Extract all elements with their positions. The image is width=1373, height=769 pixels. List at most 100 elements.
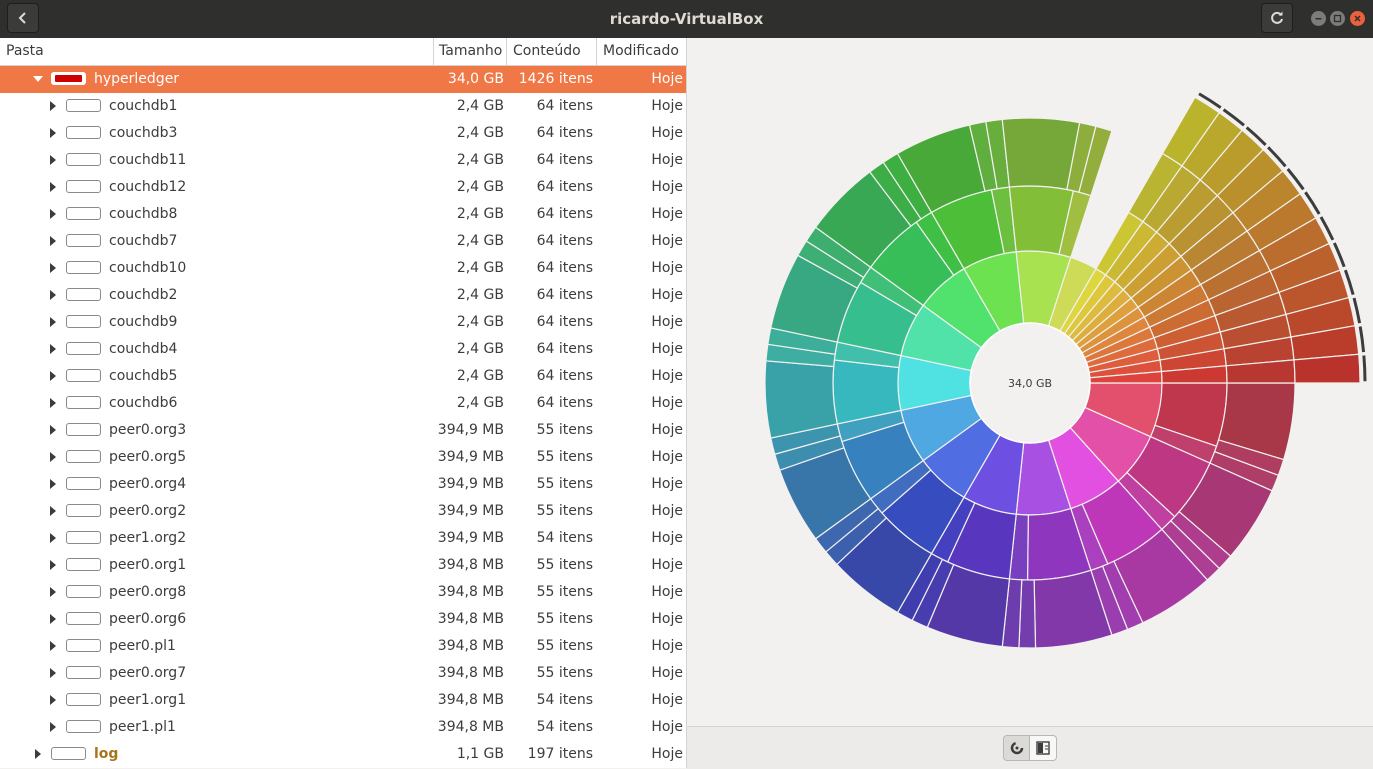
ring-view-button[interactable] — [1003, 735, 1030, 761]
folder-row[interactable]: peer0.org1 394,8 MB 55 itens Hoje — [0, 552, 686, 579]
folder-row[interactable]: peer1.pl1 394,8 MB 54 itens Hoje — [0, 714, 686, 741]
expander-closed-icon[interactable] — [47, 154, 59, 166]
folder-modified: Hoje — [651, 719, 683, 735]
expander-closed-icon[interactable] — [47, 100, 59, 112]
expander-closed-icon[interactable] — [47, 208, 59, 220]
expander-closed-icon[interactable] — [47, 505, 59, 517]
folder-contents: 55 itens — [536, 503, 593, 519]
folder-modified: Hoje — [651, 368, 683, 384]
folder-size: 1,1 GB — [456, 746, 504, 762]
folder-contents: 54 itens — [536, 692, 593, 708]
folder-row[interactable]: couchdb7 2,4 GB 64 itens Hoje — [0, 228, 686, 255]
folder-size: 2,4 GB — [456, 125, 504, 141]
folder-size: 394,8 MB — [437, 638, 504, 654]
folder-row[interactable]: couchdb1 2,4 GB 64 itens Hoje — [0, 93, 686, 120]
folder-color-swatch — [66, 612, 101, 625]
ring-level3-segment[interactable] — [764, 360, 839, 439]
folder-color-swatch — [66, 396, 101, 409]
expander-closed-icon[interactable] — [47, 667, 59, 679]
expander-closed-icon[interactable] — [47, 316, 59, 328]
expander-closed-icon[interactable] — [32, 748, 44, 760]
folder-modified: Hoje — [651, 746, 683, 762]
ring-overflow-marker — [1362, 355, 1367, 382]
folder-size: 2,4 GB — [456, 179, 504, 195]
folder-row[interactable]: peer0.org3 394,9 MB 55 itens Hoje — [0, 417, 686, 444]
folder-row[interactable]: couchdb2 2,4 GB 64 itens Hoje — [0, 282, 686, 309]
folder-size: 2,4 GB — [456, 233, 504, 249]
treemap-view-button[interactable] — [1030, 735, 1057, 761]
minimize-button[interactable] — [1311, 11, 1326, 26]
folder-row[interactable]: peer0.pl1 394,8 MB 55 itens Hoje — [0, 633, 686, 660]
folder-modified: Hoje — [651, 611, 683, 627]
expander-closed-icon[interactable] — [47, 289, 59, 301]
expander-closed-icon[interactable] — [47, 181, 59, 193]
folder-row[interactable]: peer0.org8 394,8 MB 55 itens Hoje — [0, 579, 686, 606]
column-name-header[interactable]: Pasta — [6, 38, 44, 65]
folder-size: 394,8 MB — [437, 692, 504, 708]
expander-closed-icon[interactable] — [47, 586, 59, 598]
folder-color-swatch — [66, 234, 101, 247]
expander-closed-icon[interactable] — [47, 694, 59, 706]
folder-row[interactable]: couchdb5 2,4 GB 64 itens Hoje — [0, 363, 686, 390]
expander-closed-icon[interactable] — [47, 235, 59, 247]
folder-name: peer0.org3 — [109, 422, 187, 438]
expander-closed-icon[interactable] — [47, 397, 59, 409]
expander-closed-icon[interactable] — [47, 343, 59, 355]
expander-closed-icon[interactable] — [47, 424, 59, 436]
chart-panel: 34,0 GB — [687, 38, 1373, 769]
folder-row[interactable]: couchdb6 2,4 GB 64 itens Hoje — [0, 390, 686, 417]
folder-row[interactable]: couchdb8 2,4 GB 64 itens Hoje — [0, 201, 686, 228]
folder-name: peer0.org4 — [109, 476, 187, 492]
folder-name: couchdb12 — [109, 179, 187, 195]
ring-level3-segment[interactable] — [1001, 117, 1081, 191]
folder-row[interactable]: peer1.org1 394,8 MB 54 itens Hoje — [0, 687, 686, 714]
folder-row[interactable]: peer1.org2 394,9 MB 54 itens Hoje — [0, 525, 686, 552]
column-size-header[interactable]: Tamanho — [433, 38, 506, 65]
expander-closed-icon[interactable] — [47, 721, 59, 733]
folder-row[interactable]: peer0.org4 394,9 MB 55 itens Hoje — [0, 471, 686, 498]
expander-closed-icon[interactable] — [47, 532, 59, 544]
refresh-icon — [1271, 11, 1283, 24]
expander-closed-icon[interactable] — [47, 559, 59, 571]
maximize-button[interactable] — [1330, 11, 1345, 26]
folder-row[interactable]: couchdb9 2,4 GB 64 itens Hoje — [0, 309, 686, 336]
folder-row[interactable]: couchdb3 2,4 GB 64 itens Hoje — [0, 120, 686, 147]
expander-closed-icon[interactable] — [47, 127, 59, 139]
folder-row[interactable]: couchdb4 2,4 GB 64 itens Hoje — [0, 336, 686, 363]
folder-row[interactable]: peer0.org2 394,9 MB 55 itens Hoje — [0, 498, 686, 525]
folder-modified: Hoje — [651, 233, 683, 249]
folder-row[interactable]: couchdb10 2,4 GB 64 itens Hoje — [0, 255, 686, 282]
folder-color-swatch — [66, 315, 101, 328]
folder-tree-panel: Pasta Tamanho Conteúdo Modificado hyperl… — [0, 38, 687, 768]
refresh-button[interactable] — [1261, 3, 1293, 33]
folder-row[interactable]: peer0.org6 394,8 MB 55 itens Hoje — [0, 606, 686, 633]
expander-closed-icon[interactable] — [47, 613, 59, 625]
column-contents-header[interactable]: Conteúdo — [506, 38, 596, 65]
folder-row[interactable]: couchdb11 2,4 GB 64 itens Hoje — [0, 147, 686, 174]
folder-row-selected[interactable]: hyperledger 34,0 GB 1426 itens Hoje — [0, 66, 686, 93]
folder-color-swatch — [66, 585, 101, 598]
expander-closed-icon[interactable] — [47, 370, 59, 382]
close-button[interactable] — [1350, 11, 1365, 26]
folder-row[interactable]: peer0.org7 394,8 MB 55 itens Hoje — [0, 660, 686, 687]
maximize-icon — [1333, 14, 1342, 23]
folder-size: 2,4 GB — [456, 98, 504, 114]
folder-row[interactable]: peer0.org5 394,9 MB 55 itens Hoje — [0, 444, 686, 471]
folder-color-swatch — [66, 477, 101, 490]
folder-modified: Hoje — [651, 71, 683, 87]
folder-size: 394,8 MB — [437, 719, 504, 735]
expander-closed-icon[interactable] — [47, 640, 59, 652]
ring-level4-segment[interactable] — [1293, 353, 1361, 384]
folder-size: 2,4 GB — [456, 314, 504, 330]
ring-chart[interactable]: 34,0 GB — [687, 38, 1373, 726]
folder-modified: Hoje — [651, 530, 683, 546]
folder-contents: 55 itens — [536, 449, 593, 465]
column-modified-header[interactable]: Modificado — [596, 38, 686, 65]
expander-closed-icon[interactable] — [47, 451, 59, 463]
expander-closed-icon[interactable] — [47, 262, 59, 274]
expander-closed-icon[interactable] — [47, 478, 59, 490]
folder-row[interactable]: log 1,1 GB 197 itens Hoje — [0, 741, 686, 768]
folder-row[interactable]: couchdb12 2,4 GB 64 itens Hoje — [0, 174, 686, 201]
folder-name: couchdb9 — [109, 314, 178, 330]
expander-open-icon[interactable] — [32, 73, 44, 85]
